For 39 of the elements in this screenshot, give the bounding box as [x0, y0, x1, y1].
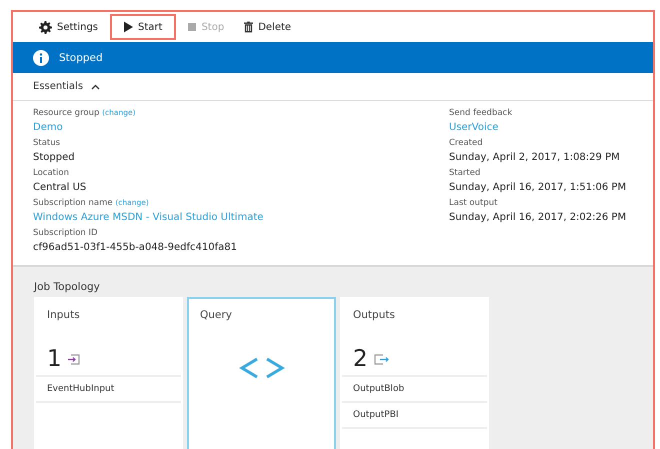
field-value: Sunday, April 16, 2017, 2:02:26 PM — [449, 211, 626, 225]
card-title: Query — [199, 308, 233, 323]
card-title: Outputs — [352, 308, 396, 323]
card-title: Inputs — [46, 308, 81, 323]
input-icon — [68, 354, 80, 364]
output-icon — [374, 354, 389, 364]
field-value: cf96ad51-03f1-455b-a048-9edfc410fa81 — [33, 241, 238, 255]
toolbar-button[interactable]: Settings — [31, 14, 106, 40]
list-item[interactable]: OutputPBI — [342, 403, 487, 429]
section-title: Job Topology — [34, 281, 101, 293]
field-value: Stopped — [33, 151, 76, 165]
code-icon — [238, 357, 284, 379]
toolbar-button[interactable]: Start — [110, 14, 176, 40]
field-label: Status — [33, 137, 62, 149]
topology-card[interactable]: Outputs 2 OutputBlob OutputPBI — [340, 297, 489, 449]
topology-card[interactable]: Query — [187, 297, 336, 449]
trash-icon — [244, 21, 254, 33]
list-item[interactable]: EventHubInput — [36, 377, 181, 403]
field-label: Created — [449, 137, 484, 149]
card-count: 2 — [353, 346, 368, 372]
field-label: Subscription ID — [33, 227, 99, 239]
stop-icon — [188, 23, 196, 31]
list-item[interactable]: OutputBlob — [342, 377, 487, 403]
field-value: Sunday, April 16, 2017, 1:51:06 PM — [449, 181, 626, 195]
play-icon — [124, 21, 134, 33]
topology-card[interactable]: Inputs 1 EventHubInput — [34, 297, 183, 449]
chevron-icon — [91, 84, 100, 90]
field-label: Started — [449, 167, 482, 179]
field-label: Last output — [449, 197, 498, 209]
field-label: Send feedback — [449, 107, 514, 119]
info-icon — [33, 50, 49, 66]
card-count: 1 — [47, 346, 62, 372]
toolbar-button[interactable]: Delete — [236, 14, 300, 40]
essentials-toggle[interactable]: Essentials — [13, 73, 653, 101]
field-label: Location — [33, 167, 70, 179]
field-value: Sunday, April 2, 2017, 1:08:29 PM — [449, 151, 621, 165]
field-value: Central US — [33, 181, 88, 195]
status-text: Stopped — [59, 52, 103, 64]
settings-icon — [39, 20, 52, 34]
